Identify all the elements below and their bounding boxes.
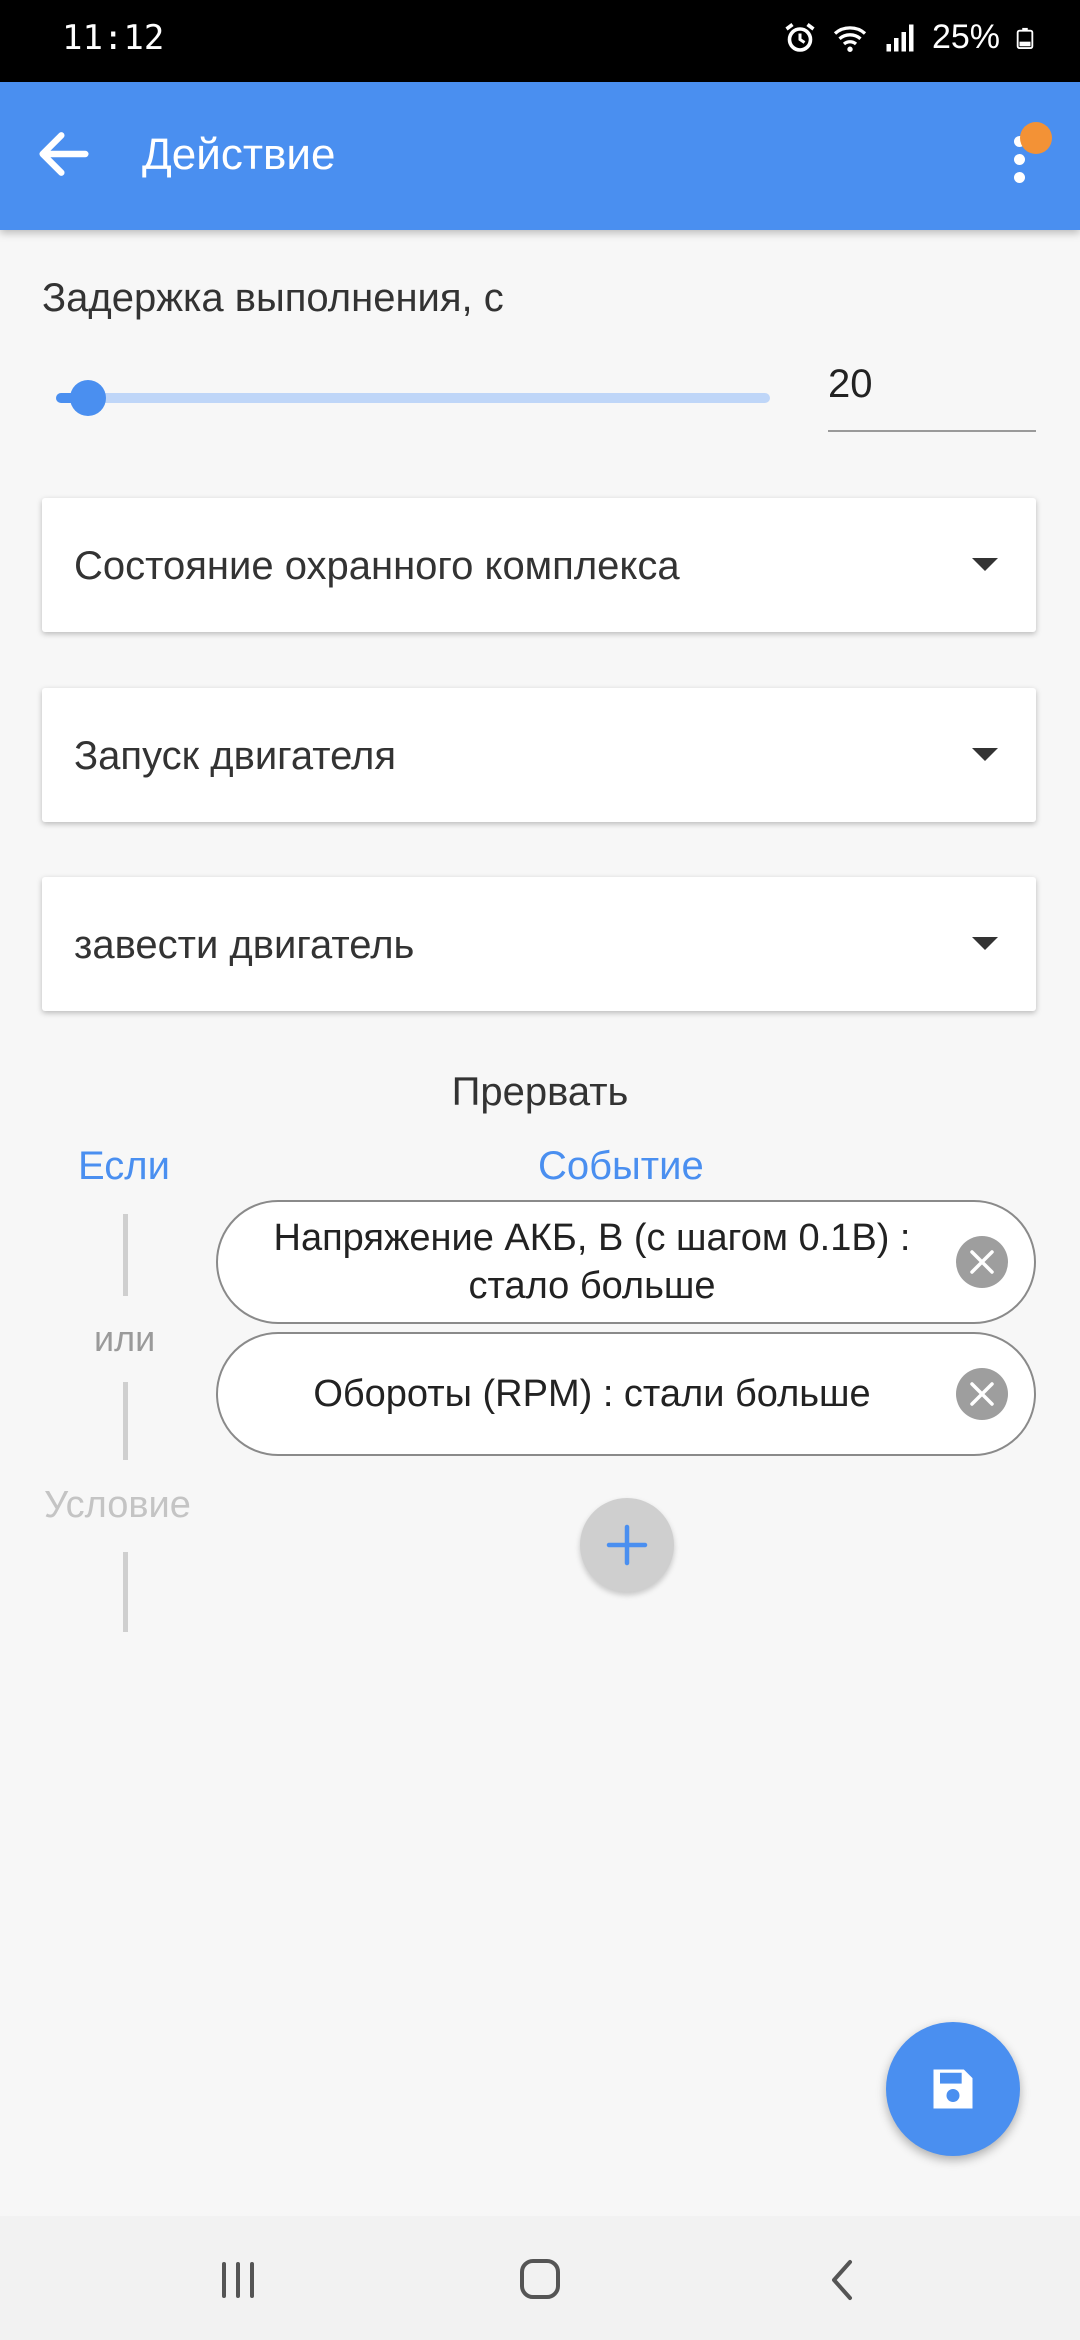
connector-line	[123, 1382, 128, 1460]
dropdown-label: завести двигатель	[74, 923, 415, 967]
condition-label[interactable]: Условие	[44, 1484, 191, 1527]
dropdown-label: Состояние охранного комплекса	[74, 544, 680, 588]
chevron-down-icon	[972, 558, 998, 571]
add-event-button[interactable]	[580, 1498, 674, 1592]
arrow-back-icon[interactable]	[32, 122, 96, 186]
save-icon	[933, 2069, 973, 2109]
close-icon[interactable]	[956, 1368, 1008, 1420]
close-icon[interactable]	[956, 1236, 1008, 1288]
action-dropdown[interactable]: завести двигатель	[42, 877, 1036, 1011]
home-icon[interactable]	[510, 2252, 570, 2308]
or-label: или	[94, 1318, 156, 1359]
dropdown-label: Запуск двигателя	[74, 734, 397, 778]
if-label: Если	[78, 1144, 170, 1188]
connector-line	[123, 1214, 128, 1296]
chevron-down-icon	[972, 748, 998, 761]
save-button[interactable]	[886, 2022, 1020, 2156]
connector-line	[123, 1552, 128, 1632]
event-label: Событие	[538, 1144, 704, 1188]
signal-icon	[886, 24, 914, 51]
status-bar: 11:12 25%	[0, 0, 1080, 82]
event-chip-text: Напряжение АКБ, В (с шагом 0.1В) : стало…	[273, 1217, 911, 1307]
delay-slider[interactable]	[56, 380, 770, 416]
interrupt-title: Прервать	[451, 1070, 629, 1114]
slider-track	[56, 393, 770, 403]
notification-dot	[1020, 122, 1052, 154]
event-chip[interactable]: Обороты (RPM) : стали больше	[216, 1332, 1036, 1456]
engine-start-dropdown[interactable]: Запуск двигателя	[42, 688, 1036, 822]
wifi-icon	[833, 25, 867, 52]
back-nav-icon[interactable]	[812, 2252, 872, 2308]
slider-thumb[interactable]	[70, 380, 106, 416]
battery-icon	[1016, 27, 1034, 49]
battery-percent: 25%	[931, 18, 1000, 56]
alarm-icon	[785, 22, 815, 52]
status-icons: 25%	[782, 18, 1036, 57]
plus-icon	[606, 1524, 648, 1566]
recent-apps-icon[interactable]	[208, 2252, 268, 2308]
security-state-dropdown[interactable]: Состояние охранного комплекса	[42, 498, 1036, 632]
chevron-down-icon	[972, 937, 998, 950]
delay-value-input[interactable]: 20	[828, 350, 1036, 432]
delay-label: Задержка выполнения, с	[42, 276, 504, 320]
event-chip-text: Обороты (RPM) : стали больше	[313, 1373, 871, 1415]
page-title: Действие	[142, 130, 336, 179]
event-chip[interactable]: Напряжение АКБ, В (с шагом 0.1В) : стало…	[216, 1200, 1036, 1324]
status-time: 11:12	[62, 18, 165, 58]
system-nav-bar	[0, 2216, 1080, 2340]
app-bar: Действие	[0, 82, 1080, 230]
